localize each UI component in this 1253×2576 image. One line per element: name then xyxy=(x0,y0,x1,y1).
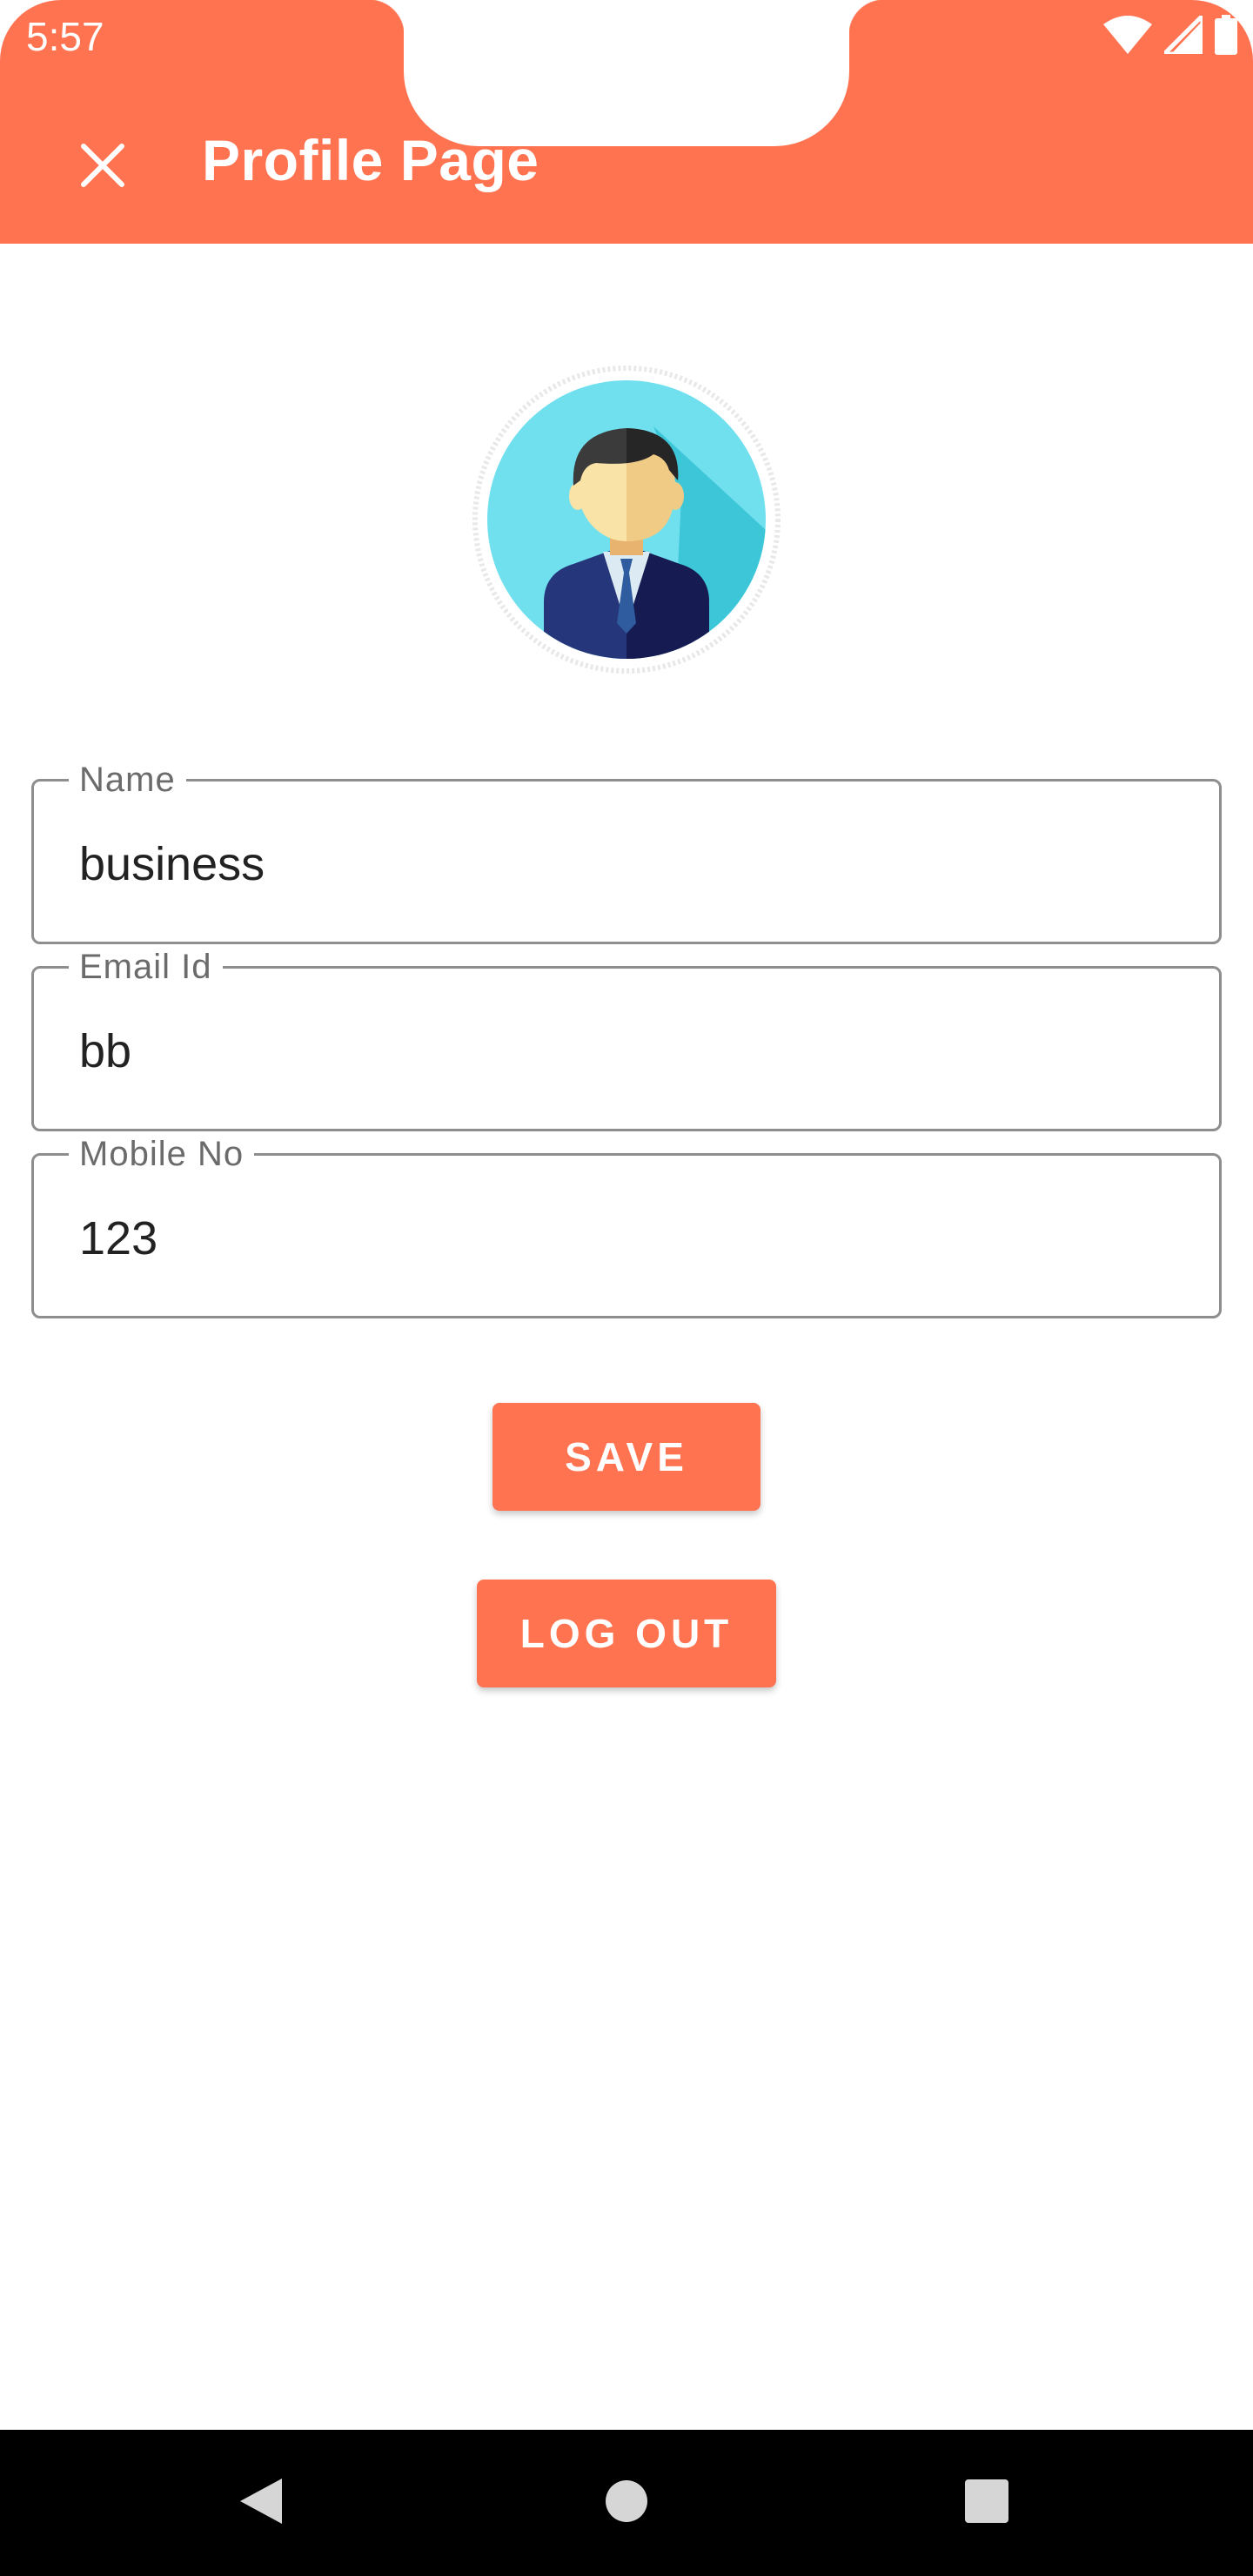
name-field[interactable]: Name xyxy=(31,759,1222,944)
nav-back-button[interactable] xyxy=(212,2454,310,2552)
close-button[interactable] xyxy=(59,124,146,211)
status-time: 5:57 xyxy=(26,14,104,59)
name-input[interactable] xyxy=(79,832,1167,896)
home-icon xyxy=(604,2479,649,2528)
mobile-input[interactable] xyxy=(79,1206,1167,1271)
page-title: Profile Page xyxy=(202,128,539,192)
email-input[interactable] xyxy=(79,1019,1167,1083)
nav-recents-button[interactable] xyxy=(938,2454,1035,2552)
close-icon xyxy=(80,143,125,192)
recents-icon xyxy=(964,2479,1009,2528)
wifi-icon xyxy=(1103,15,1152,58)
signal-icon xyxy=(1162,13,1205,58)
mobile-field[interactable]: Mobile No xyxy=(31,1133,1222,1318)
save-button[interactable]: SAVE xyxy=(492,1403,761,1511)
navigation-bar xyxy=(0,2430,1253,2576)
battery-icon xyxy=(1215,14,1237,59)
display-notch xyxy=(369,0,884,146)
nav-home-button[interactable] xyxy=(578,2454,675,2552)
status-icons xyxy=(1103,13,1237,59)
businessman-avatar-icon xyxy=(472,366,781,674)
app-bar: 5:57 Profile Page xyxy=(0,0,1253,244)
mobile-field-label: Mobile No xyxy=(69,1133,255,1175)
back-icon xyxy=(237,2475,285,2532)
email-field-label: Email Id xyxy=(69,946,223,988)
logout-button[interactable]: LOG OUT xyxy=(477,1580,776,1687)
profile-avatar[interactable] xyxy=(472,366,781,674)
email-field[interactable]: Email Id xyxy=(31,946,1222,1131)
name-field-label: Name xyxy=(69,759,186,801)
